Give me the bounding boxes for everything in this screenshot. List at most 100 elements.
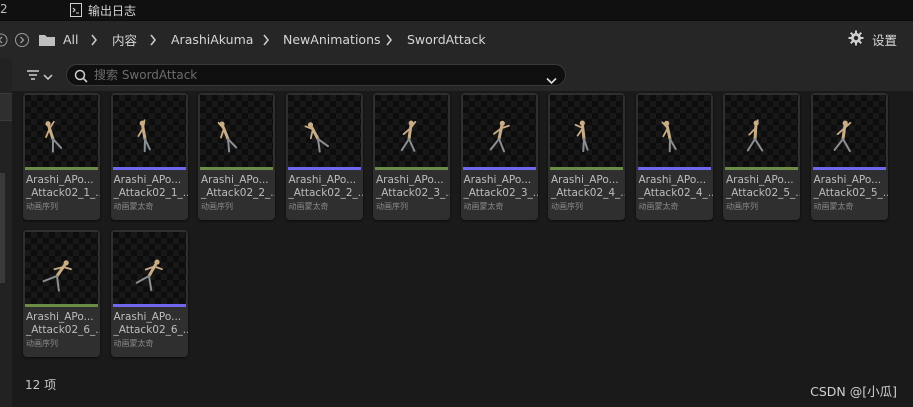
asset-card[interactable]: Arashi_APo... _Attack02_6_... 动画蒙太奇 <box>110 230 188 357</box>
asset-name-line1: Arashi_APo... <box>638 174 707 186</box>
asset-thumbnail <box>375 95 448 167</box>
breadcrumb-all[interactable]: All <box>63 21 79 58</box>
asset-thumbnail <box>112 232 186 304</box>
tab-output-log[interactable]: 输出日志 <box>70 0 136 20</box>
asset-name-line1: Arashi_APo... <box>113 174 182 186</box>
asset-type-color-bar <box>462 167 536 170</box>
asset-type-label: 动画蒙太奇 <box>113 202 154 211</box>
asset-type-color-bar <box>550 167 623 170</box>
asset-name-line2: _Attack02_4_... <box>638 187 713 199</box>
asset-card[interactable]: Arashi_APo... _Attack02_2_... 动画蒙太奇 <box>285 93 363 220</box>
search-icon <box>74 68 88 87</box>
folder-icon[interactable] <box>38 21 56 58</box>
asset-name-line2: _Attack02_5_... <box>726 187 800 199</box>
asset-card[interactable]: Arashi_APo... _Attack02_1_... 动画序列 <box>23 93 100 220</box>
asset-name-line1: Arashi_APo... <box>26 174 94 186</box>
asset-type-color-bar <box>25 167 98 170</box>
asset-card[interactable]: Arashi_APo... _Attack02_4_... 动画蒙太奇 <box>635 93 713 220</box>
asset-type-color-bar <box>200 167 273 170</box>
asset-type-label: 动画蒙太奇 <box>288 202 329 211</box>
asset-name-line1: Arashi_APo... <box>551 174 619 186</box>
chevron-down-icon <box>43 66 53 85</box>
asset-name-line1: Arashi_APo... <box>463 174 532 186</box>
search-input[interactable] <box>94 66 534 84</box>
chevron-right-icon <box>149 21 157 58</box>
breadcrumb-newanimations[interactable]: NewAnimations <box>283 21 381 58</box>
top-strip: 2 输出日志 <box>0 0 913 20</box>
asset-name-line2: _Attack02_1_... <box>113 187 188 199</box>
left-panel-scrollbar[interactable] <box>0 173 5 283</box>
breadcrumb-content[interactable]: 内容 <box>112 21 137 58</box>
asset-card[interactable]: Arashi_APo... _Attack02_2_... 动画序列 <box>198 93 275 220</box>
forward-arrow-icon[interactable] <box>14 21 30 58</box>
search-dropdown-icon[interactable] <box>546 70 557 89</box>
breadcrumb-swordattack[interactable]: SwordAttack <box>407 21 486 58</box>
asset-card[interactable]: Arashi_APo... _Attack02_1_... 动画蒙太奇 <box>110 93 188 220</box>
character-figure-icon <box>304 122 329 153</box>
character-figure-icon <box>42 260 72 292</box>
asset-thumbnail <box>550 95 623 167</box>
asset-name-line2: _Attack02_5_... <box>813 187 888 199</box>
asset-type-label: 动画序列 <box>376 202 408 211</box>
asset-name-line1: Arashi_APo... <box>726 174 794 186</box>
asset-type-label: 动画蒙太奇 <box>638 202 679 211</box>
output-log-icon <box>70 3 82 17</box>
asset-type-label: 动画蒙太奇 <box>813 202 854 211</box>
asset-type-color-bar <box>112 304 186 307</box>
back-arrow-icon[interactable] <box>0 21 8 58</box>
asset-name-line2: _Attack02_2_... <box>288 187 363 199</box>
asset-type-label: 动画序列 <box>551 202 583 211</box>
chevron-right-icon <box>385 21 393 58</box>
left-panel-edge <box>0 58 12 407</box>
asset-thumbnail <box>200 95 273 167</box>
asset-thumbnail <box>637 95 711 167</box>
character-figure-icon <box>136 119 151 153</box>
character-figure-icon <box>135 259 163 292</box>
asset-name-line1: Arashi_APo... <box>376 174 444 186</box>
asset-type-color-bar <box>637 167 711 170</box>
asset-card[interactable]: Arashi_APo... _Attack02_3_... 动画蒙太奇 <box>460 93 538 220</box>
filter-icon <box>26 66 40 85</box>
asset-card[interactable]: Arashi_APo... _Attack02_5_... 动画蒙太奇 <box>810 93 888 220</box>
character-figure-icon <box>833 120 851 153</box>
asset-type-label: 动画序列 <box>201 202 233 211</box>
asset-thumbnail <box>25 95 98 167</box>
asset-thumbnail <box>812 95 886 167</box>
item-count: 12 项 <box>25 378 57 392</box>
asset-name-line2: _Attack02_3_... <box>463 187 538 199</box>
character-figure-icon <box>489 120 510 153</box>
asset-name-line1: Arashi_APo... <box>288 174 357 186</box>
filter-button[interactable] <box>26 64 53 86</box>
settings-label: 设置 <box>871 33 897 48</box>
asset-type-label: 动画序列 <box>726 202 758 211</box>
asset-name-line2: _Attack02_2_... <box>201 187 275 199</box>
asset-name-line1: Arashi_APo... <box>201 174 269 186</box>
settings-button[interactable]: 设置 <box>848 21 897 58</box>
watermark: CSDN @[小瓜] <box>810 384 897 399</box>
asset-name-line2: _Attack02_6_... <box>113 324 188 336</box>
asset-name-line2: _Attack02_4_... <box>551 187 625 199</box>
asset-type-color-bar <box>375 167 448 170</box>
asset-name-line2: _Attack02_3_... <box>376 187 450 199</box>
asset-type-label: 动画蒙太奇 <box>463 202 504 211</box>
chevron-right-icon <box>262 21 270 58</box>
character-figure-icon <box>45 120 63 153</box>
asset-type-color-bar <box>25 304 98 307</box>
asset-card[interactable]: Arashi_APo... _Attack02_5_... 动画序列 <box>723 93 800 220</box>
asset-name-line1: Arashi_APo... <box>813 174 882 186</box>
asset-card[interactable]: Arashi_APo... _Attack02_4_... 动画序列 <box>548 93 625 220</box>
asset-name-line2: _Attack02_6_... <box>26 324 100 336</box>
asset-name-line1: Arashi_APo... <box>26 311 94 323</box>
asset-thumbnail <box>25 232 98 304</box>
asset-thumbnail <box>462 95 536 167</box>
asset-name-line2: _Attack02_1_... <box>26 187 100 199</box>
asset-card[interactable]: Arashi_APo... _Attack02_3_... 动画序列 <box>373 93 450 220</box>
tab-number: 2 <box>0 2 8 16</box>
path-bar: All 内容 ArashiAkuma NewAnimations SwordAt… <box>0 20 913 58</box>
asset-name-line1: Arashi_APo... <box>113 311 182 323</box>
asset-card[interactable]: Arashi_APo... _Attack02_6_... 动画序列 <box>23 230 100 357</box>
breadcrumb-arashiakuma[interactable]: ArashiAkuma <box>171 21 253 58</box>
chevron-right-icon <box>90 21 98 58</box>
asset-thumbnail <box>725 95 798 167</box>
left-panel-header <box>0 93 12 121</box>
